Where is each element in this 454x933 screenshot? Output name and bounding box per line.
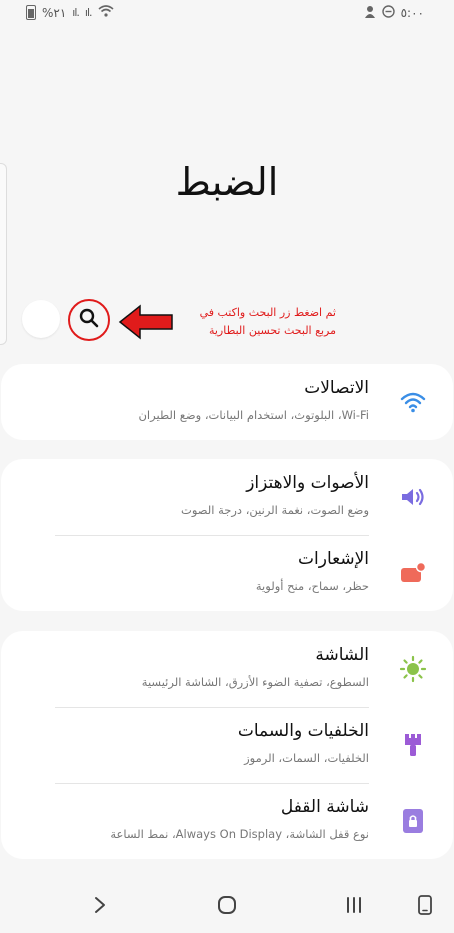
volume-icon [399,483,427,511]
annotation-line-1: ثم اضغط زر البحث واكتب في [199,306,336,319]
clock-time: ٥:٠٠ [400,6,424,20]
person-icon [364,5,376,21]
recent-apps-button[interactable] [342,895,366,919]
status-right: ٥:٠٠ [364,5,424,21]
annotation-line-2: مربع البحث تحسين البطارية [208,324,336,337]
wifi-status-icon [97,5,114,20]
do-not-disturb-icon [381,5,395,21]
settings-item-display[interactable]: الشاشة السطوع، تصفية الضوء الأزرق، الشاش… [1,631,453,707]
notifications-icon [399,559,427,587]
home-button[interactable] [215,895,239,919]
battery-icon [26,5,36,20]
red-arrow-icon [118,304,174,344]
settings-item-subtitle: حظر، سماح، منح أولوية [255,579,369,593]
navigation-bar [0,881,454,933]
settings-item-themes[interactable]: الخلفيات والسمات الخلفيات، السمات، الرمو… [1,707,453,783]
settings-item-title: الاتصالات [304,378,369,398]
settings-item-title: الأصوات والاهتزاز [246,473,369,493]
settings-item-connections[interactable]: الاتصالات Wi-Fi، البلوتوث، استخدام البيا… [1,364,453,440]
brightness-icon [399,655,427,683]
settings-item-title: الشاشة [315,645,369,665]
lock-screen-icon [399,807,427,835]
status-left: %٢١ ıl. ıl. [26,5,114,20]
signal-icon-2: ıl. [84,6,93,19]
back-button[interactable] [88,895,112,919]
home-icon [217,895,237,919]
settings-group-display: الشاشة السطوع، تصفية الضوء الأزرق، الشاش… [1,631,453,859]
settings-item-title: الخلفيات والسمات [237,721,369,741]
settings-item-subtitle: الخلفيات، السمات، الرموز [244,751,369,765]
annotation-text: ثم اضغط زر البحث واكتب في مربع البحث تحس… [176,304,336,340]
search-button[interactable] [68,299,110,341]
themes-brush-icon [399,731,427,759]
settings-item-subtitle: وضع الصوت، نغمة الرنين، درجة الصوت [181,503,369,517]
settings-item-subtitle: نوع قفل الشاشة، Always On Display، نمط ا… [110,827,369,841]
settings-group-connections: الاتصالات Wi-Fi، البلوتوث، استخدام البيا… [1,364,453,440]
wifi-icon [399,388,427,416]
settings-item-title: شاشة القفل [280,797,369,817]
settings-item-subtitle: Wi-Fi، البلوتوث، استخدام البيانات، وضع ا… [138,408,369,422]
page-title: الضبط [175,160,279,204]
status-bar: %٢١ ıl. ıl. ٥:٠٠ [0,0,454,28]
settings-item-lock-screen[interactable]: شاشة القفل نوع قفل الشاشة، Always On Dis… [1,783,453,859]
settings-item-sounds[interactable]: الأصوات والاهتزاز وضع الصوت، نغمة الرنين… [1,459,453,535]
settings-item-subtitle: السطوع، تصفية الضوء الأزرق، الشاشة الرئي… [141,675,369,689]
battery-percent: %٢١ [42,5,67,20]
keyboard-toggle-button[interactable] [413,895,437,919]
search-icon [79,308,99,332]
settings-group-sound-notifications: الأصوات والاهتزاز وضع الصوت، نغمة الرنين… [1,459,453,611]
settings-item-notifications[interactable]: الإشعارات حظر، سماح، منح أولوية [1,535,453,611]
recents-icon [344,895,364,919]
profile-avatar[interactable] [22,300,60,338]
settings-item-title: الإشعارات [298,549,369,569]
phone-icon [417,895,433,919]
signal-icon: ıl. [72,6,80,19]
chevron-right-icon [93,895,107,919]
